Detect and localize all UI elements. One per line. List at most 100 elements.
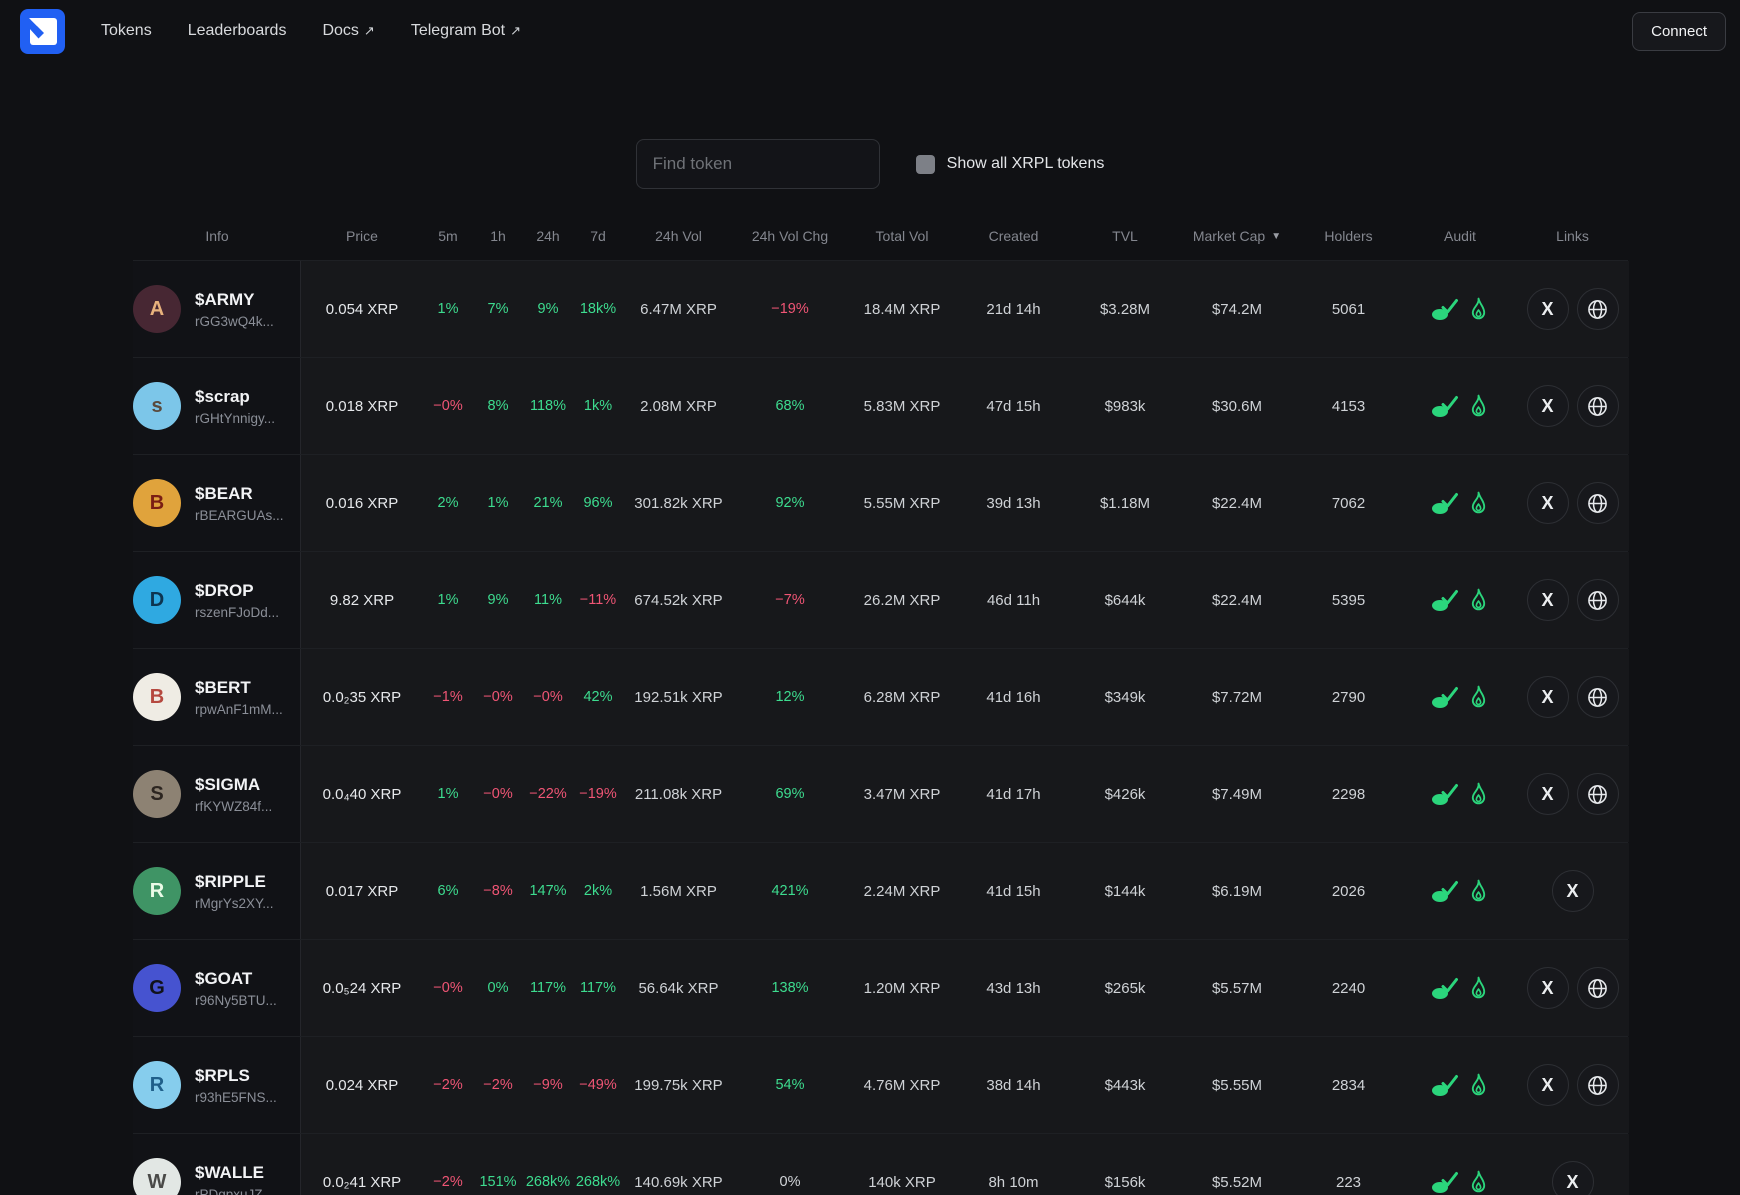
change-5m-cell: −0% bbox=[423, 940, 473, 1036]
col-header-tvl[interactable]: TVL bbox=[1069, 228, 1181, 244]
x-logo-icon: X bbox=[1541, 493, 1553, 514]
website-link-button[interactable] bbox=[1577, 385, 1619, 427]
twitter-x-link-button[interactable]: X bbox=[1527, 288, 1569, 330]
connect-wallet-button[interactable]: Connect bbox=[1632, 12, 1726, 51]
token-symbol[interactable]: $RIPPLE bbox=[195, 872, 274, 892]
token-address[interactable]: rGG3wQ4k... bbox=[195, 314, 274, 329]
token-address[interactable]: rPDgpxuJZ... bbox=[195, 1187, 274, 1195]
token-row[interactable]: B $BERT rpwAnF1mM... 0.0₂35 XRP −1% −0% … bbox=[133, 648, 1628, 745]
col-header-24h-vol-chg[interactable]: 24h Vol Chg bbox=[734, 228, 846, 244]
token-address[interactable]: rGHtYnnigy... bbox=[195, 411, 275, 426]
twitter-x-link-button[interactable]: X bbox=[1552, 1161, 1594, 1195]
twitter-x-link-button[interactable]: X bbox=[1527, 967, 1569, 1009]
twitter-x-link-button[interactable]: X bbox=[1527, 385, 1569, 427]
col-header-created[interactable]: Created bbox=[958, 228, 1069, 244]
holders-cell: 2026 bbox=[1293, 843, 1404, 939]
token-row[interactable]: G $GOAT r96Ny5BTU... 0.0₅24 XRP −0% 0% 1… bbox=[133, 939, 1628, 1036]
twitter-x-link-button[interactable]: X bbox=[1527, 1064, 1569, 1106]
links-cell: X bbox=[1516, 843, 1629, 939]
token-avatar-label: G bbox=[149, 977, 165, 1000]
external-link-icon: ↗ bbox=[510, 23, 521, 39]
nav-item-leaderboards[interactable]: Leaderboards bbox=[188, 22, 287, 40]
website-link-button[interactable] bbox=[1577, 579, 1619, 621]
twitter-x-link-button[interactable]: X bbox=[1527, 482, 1569, 524]
change-5m-cell: 6% bbox=[423, 843, 473, 939]
token-row[interactable]: W $WALLE rPDgpxuJZ... 0.0₂41 XRP −2% 151… bbox=[133, 1133, 1628, 1195]
website-link-button[interactable] bbox=[1577, 288, 1619, 330]
vol-24h-cell: 192.51k XRP bbox=[623, 649, 734, 745]
token-symbol[interactable]: $SIGMA bbox=[195, 775, 272, 795]
token-avatar: D bbox=[133, 576, 181, 624]
token-symbol[interactable]: $ARMY bbox=[195, 290, 274, 310]
col-header-1h[interactable]: 1h bbox=[473, 228, 523, 244]
token-row[interactable]: R $RPLS r93hE5FNS... 0.024 XRP −2% −2% −… bbox=[133, 1036, 1628, 1133]
token-address[interactable]: rMgrYs2XY... bbox=[195, 896, 274, 911]
token-symbol[interactable]: $GOAT bbox=[195, 969, 277, 989]
token-row[interactable]: D $DROP rszenFJoDd... 9.82 XRP 1% 9% 11%… bbox=[133, 551, 1628, 648]
token-row[interactable]: B $BEAR rBEARGUAs... 0.016 XRP 2% 1% 21%… bbox=[133, 454, 1628, 551]
token-address[interactable]: rpwAnF1mM... bbox=[195, 702, 283, 717]
token-row[interactable]: R $RIPPLE rMgrYs2XY... 0.017 XRP 6% −8% … bbox=[133, 842, 1628, 939]
token-address[interactable]: rBEARGUAs... bbox=[195, 508, 284, 523]
col-header-24h[interactable]: 24h bbox=[523, 228, 573, 244]
token-address[interactable]: r96Ny5BTU... bbox=[195, 993, 277, 1008]
vol-chg-24h-cell: 421% bbox=[734, 843, 846, 939]
token-address[interactable]: rszenFJoDd... bbox=[195, 605, 279, 620]
show-all-checkbox[interactable] bbox=[916, 155, 935, 174]
price-cell: 0.0₂35 XRP bbox=[301, 649, 423, 745]
token-symbol[interactable]: $RPLS bbox=[195, 1066, 277, 1086]
app-logo[interactable] bbox=[20, 9, 65, 54]
col-header-info[interactable]: Info bbox=[133, 228, 301, 244]
twitter-x-link-button[interactable]: X bbox=[1552, 870, 1594, 912]
col-header-price[interactable]: Price bbox=[301, 228, 423, 244]
show-all-toggle: Show all XRPL tokens bbox=[916, 155, 1105, 174]
holders-cell: 5061 bbox=[1293, 261, 1404, 357]
col-header-links[interactable]: Links bbox=[1516, 228, 1629, 244]
twitter-x-link-button[interactable]: X bbox=[1527, 579, 1569, 621]
change-1h-cell: 0% bbox=[473, 940, 523, 1036]
col-header-holders[interactable]: Holders bbox=[1293, 228, 1404, 244]
total-vol-cell: 26.2M XRP bbox=[846, 552, 958, 648]
created-cell: 43d 13h bbox=[958, 940, 1069, 1036]
total-vol-cell: 5.55M XRP bbox=[846, 455, 958, 551]
token-row[interactable]: S $SIGMA rfKYWZ84f... 0.0₄40 XRP 1% −0% … bbox=[133, 745, 1628, 842]
market-cap-cell: $7.49M bbox=[1181, 746, 1293, 842]
nav-item-docs[interactable]: Docs ↗ bbox=[322, 22, 374, 40]
token-row[interactable]: s $scrap rGHtYnnigy... 0.018 XRP −0% 8% … bbox=[133, 357, 1628, 454]
website-link-button[interactable] bbox=[1577, 773, 1619, 815]
token-row[interactable]: A $ARMY rGG3wQ4k... 0.054 XRP 1% 7% 9% 1… bbox=[133, 260, 1628, 357]
token-symbol[interactable]: $DROP bbox=[195, 581, 279, 601]
website-link-button[interactable] bbox=[1577, 482, 1619, 524]
twitter-x-link-button[interactable]: X bbox=[1527, 676, 1569, 718]
col-header-24h-vol[interactable]: 24h Vol bbox=[623, 228, 734, 244]
col-header-market-cap[interactable]: Market Cap ▼ bbox=[1181, 228, 1293, 244]
website-link-button[interactable] bbox=[1577, 676, 1619, 718]
col-header-audit[interactable]: Audit bbox=[1404, 228, 1516, 244]
token-address[interactable]: r93hE5FNS... bbox=[195, 1090, 277, 1105]
token-info-cell: A $ARMY rGG3wQ4k... bbox=[133, 261, 301, 357]
globe-icon bbox=[1587, 396, 1608, 417]
nav-item-telegram-bot[interactable]: Telegram Bot ↗ bbox=[411, 22, 521, 40]
burn-flame-icon bbox=[1467, 878, 1490, 905]
burn-flame-icon bbox=[1467, 1072, 1490, 1099]
token-address[interactable]: rfKYWZ84f... bbox=[195, 799, 272, 814]
twitter-x-link-button[interactable]: X bbox=[1527, 773, 1569, 815]
token-info-cell: B $BEAR rBEARGUAs... bbox=[133, 455, 301, 551]
burn-flame-icon bbox=[1467, 393, 1490, 420]
x-logo-icon: X bbox=[1541, 687, 1553, 708]
token-symbol[interactable]: $WALLE bbox=[195, 1163, 274, 1183]
col-header-7d[interactable]: 7d bbox=[573, 228, 623, 244]
search-input[interactable] bbox=[653, 154, 863, 174]
website-link-button[interactable] bbox=[1577, 1064, 1619, 1106]
token-avatar: s bbox=[133, 382, 181, 430]
website-link-button[interactable] bbox=[1577, 967, 1619, 1009]
col-header-5m[interactable]: 5m bbox=[423, 228, 473, 244]
token-symbol[interactable]: $scrap bbox=[195, 387, 275, 407]
col-header-total-vol[interactable]: Total Vol bbox=[846, 228, 958, 244]
token-symbol[interactable]: $BEAR bbox=[195, 484, 284, 504]
total-vol-cell: 140k XRP bbox=[846, 1134, 958, 1195]
nav-item-tokens[interactable]: Tokens bbox=[101, 22, 152, 40]
token-meta: $scrap rGHtYnnigy... bbox=[195, 387, 275, 426]
tvl-cell: $1.18M bbox=[1069, 455, 1181, 551]
token-symbol[interactable]: $BERT bbox=[195, 678, 283, 698]
